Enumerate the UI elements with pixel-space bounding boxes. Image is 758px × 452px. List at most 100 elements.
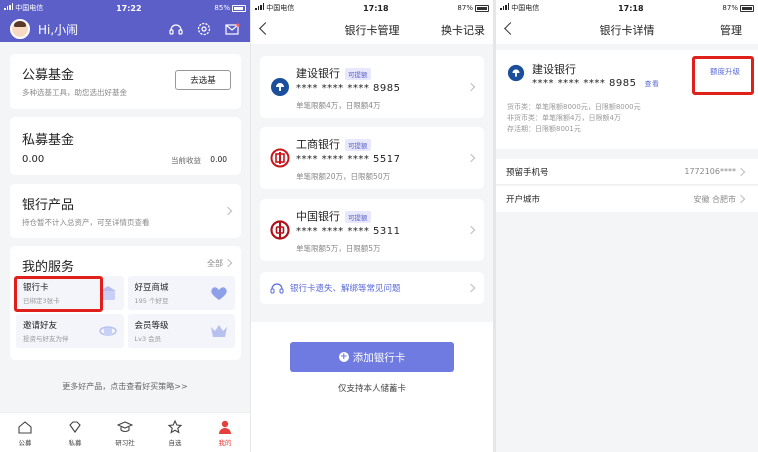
mail-icon[interactable] <box>224 21 240 37</box>
limit-item: 货币类：单笔限额8000元，日限额8000元 <box>507 103 641 111</box>
star-icon <box>167 419 183 434</box>
tab-label: 我的 <box>218 438 232 447</box>
tab-study[interactable]: 研习社 <box>100 413 150 452</box>
chevron-right-icon <box>736 167 746 177</box>
battery-icon <box>474 4 489 12</box>
chevron-right-icon <box>466 225 476 235</box>
bank-products-subtitle: 持仓暂不计入总资产，可至详情页查看 <box>22 218 150 227</box>
battery-percent: 85% <box>214 4 230 12</box>
card-change-history-link[interactable]: 换卡记录 <box>441 22 485 38</box>
tab-public-fund[interactable]: 公募 <box>0 413 50 452</box>
row-value: 安徽 合肥市 <box>693 194 736 204</box>
row-value: 1772106**** <box>684 167 736 176</box>
bank-card-item[interactable]: 中国银行 可提额 **** **** **** 5311 单笔限额5万，日限额5万 <box>260 199 484 261</box>
tab-label: 私募 <box>68 438 82 447</box>
service-invite-friends[interactable]: 邀请好友 投资与好友为伴 <box>16 314 124 348</box>
faq-link[interactable]: 银行卡遗失、解绑等常见问题 <box>260 272 484 304</box>
add-bank-card-button[interactable]: + 添加银行卡 <box>290 342 454 372</box>
card-number: **** **** **** 8985 <box>296 83 401 94</box>
faq-label: 银行卡遗失、解绑等常见问题 <box>290 284 401 294</box>
ccb-logo-icon <box>507 64 525 82</box>
carrier-label: 中国电信 <box>511 4 540 12</box>
raise-limit-tag: 可提额 <box>345 139 371 151</box>
card-limit: 单笔限额5万，日限额5万 <box>296 244 381 253</box>
add-card-area: + 添加银行卡 仅支持本人储蓄卡 <box>251 322 493 452</box>
select-fund-button[interactable]: 去选基 <box>175 70 231 90</box>
manage-link[interactable]: 管理 <box>720 22 742 38</box>
add-note: 仅支持本人储蓄卡 <box>337 384 406 394</box>
private-fund-card[interactable]: 私募基金 0.00 当前收益 0.00 <box>10 117 241 175</box>
back-icon[interactable] <box>504 22 517 35</box>
header-icons <box>168 21 240 37</box>
screenshot-collage: 中国电信 17:22 85% Hi,小闹 公募基金 多种选基工具，助您选出好基金… <box>0 0 758 452</box>
battery-group: 87% <box>722 4 754 12</box>
tab-label: 研习社 <box>115 438 135 447</box>
carrier-label: 中国电信 <box>266 4 295 12</box>
diamond-icon <box>69 420 81 433</box>
battery-group: 85% <box>214 4 246 12</box>
signal-icon <box>500 3 509 10</box>
card-number: **** **** **** 5311 <box>296 226 401 237</box>
status-time: 17:22 <box>116 3 142 13</box>
highlight-box <box>14 276 103 312</box>
raise-limit-tag: 可提额 <box>345 68 371 80</box>
tab-mine[interactable]: 我的 <box>200 413 250 452</box>
icbc-logo-icon <box>270 148 290 168</box>
account-city-row[interactable]: 开户城市 安徽 合肥市 <box>496 186 758 212</box>
bank-products-title: 银行产品 <box>22 198 75 213</box>
limit-item: 存活期：日限额8001元 <box>507 125 581 133</box>
status-bar: 中国电信 17:18 87% <box>496 0 758 16</box>
carrier-group: 中国电信 <box>4 3 43 13</box>
crown-icon <box>211 325 227 337</box>
boc-logo-icon <box>270 220 290 240</box>
bank-products-card[interactable]: 银行产品 持仓暂不计入总资产，可至详情页查看 <box>10 184 241 238</box>
bank-name: 建设银行 <box>296 67 340 80</box>
battery-icon <box>231 4 246 12</box>
service-icon[interactable] <box>168 21 184 37</box>
tab-watchlist[interactable]: 自选 <box>150 413 200 452</box>
battery-percent: 87% <box>722 4 738 12</box>
user-icon <box>219 420 231 434</box>
public-fund-card[interactable]: 公募基金 多种选基工具，助您选出好基金 去选基 <box>10 54 241 109</box>
chevron-right-icon <box>466 82 476 92</box>
add-button-label: 添加银行卡 <box>352 351 406 364</box>
battery-group: 87% <box>457 4 489 12</box>
greeting: Hi,小闹 <box>38 22 79 37</box>
nav-bar: 银行卡详情 管理 <box>496 16 758 44</box>
bottom-tab-bar: 公募 私募 研习社 自选 我的 <box>0 412 250 452</box>
carrier-group: 中国电信 <box>500 3 539 13</box>
gift-icon <box>98 326 117 336</box>
status-bar: 中国电信 17:22 85% <box>0 0 250 16</box>
raise-limit-tag: 可提额 <box>345 211 371 223</box>
services-all-link[interactable]: 全部 <box>207 258 223 269</box>
chevron-right-icon <box>466 283 476 293</box>
signal-icon <box>255 3 264 10</box>
income-value: 0.00 <box>210 155 227 164</box>
avatar[interactable] <box>10 19 30 39</box>
view-number-link[interactable]: 查看 <box>645 80 660 88</box>
graduation-cap-icon <box>117 420 133 432</box>
bank-card-item[interactable]: 工商银行 可提额 **** **** **** 5517 单笔限额20万，日限额5… <box>260 127 484 189</box>
service-member-level[interactable]: 会员等级 Lv3 会员 <box>127 314 235 348</box>
tab-label: 公募 <box>18 438 32 447</box>
carrier-label: 中国电信 <box>15 4 44 12</box>
bank-name-row: 工商银行 可提额 <box>296 136 371 152</box>
carrier-group: 中国电信 <box>255 3 294 13</box>
reserved-phone-row[interactable]: 预留手机号 1772106**** <box>496 159 758 185</box>
tab-private-fund[interactable]: 私募 <box>50 413 100 452</box>
bank-card-item[interactable]: 建设银行 可提额 **** **** **** 8985 单笔限额4万，日限额4万 <box>260 56 484 118</box>
bank-name: 中国银行 <box>296 210 340 223</box>
status-time: 17:18 <box>363 3 389 13</box>
more-products-link[interactable]: 更多好产品，点击查看好买策略>> <box>0 381 250 392</box>
tab-label: 自选 <box>168 438 182 447</box>
back-icon[interactable] <box>259 22 272 35</box>
chevron-right-icon <box>736 194 746 204</box>
row-label: 开户城市 <box>506 195 541 205</box>
row-label: 预留手机号 <box>506 167 549 178</box>
page-title: 银行卡详情 <box>599 24 655 37</box>
card-number: **** **** **** 8985 <box>532 78 637 89</box>
settings-icon[interactable] <box>196 21 212 37</box>
status-time: 17:18 <box>618 3 644 13</box>
headset-icon <box>270 283 284 294</box>
service-bean-mall[interactable]: 好豆商城 195 个好豆 <box>127 276 235 310</box>
